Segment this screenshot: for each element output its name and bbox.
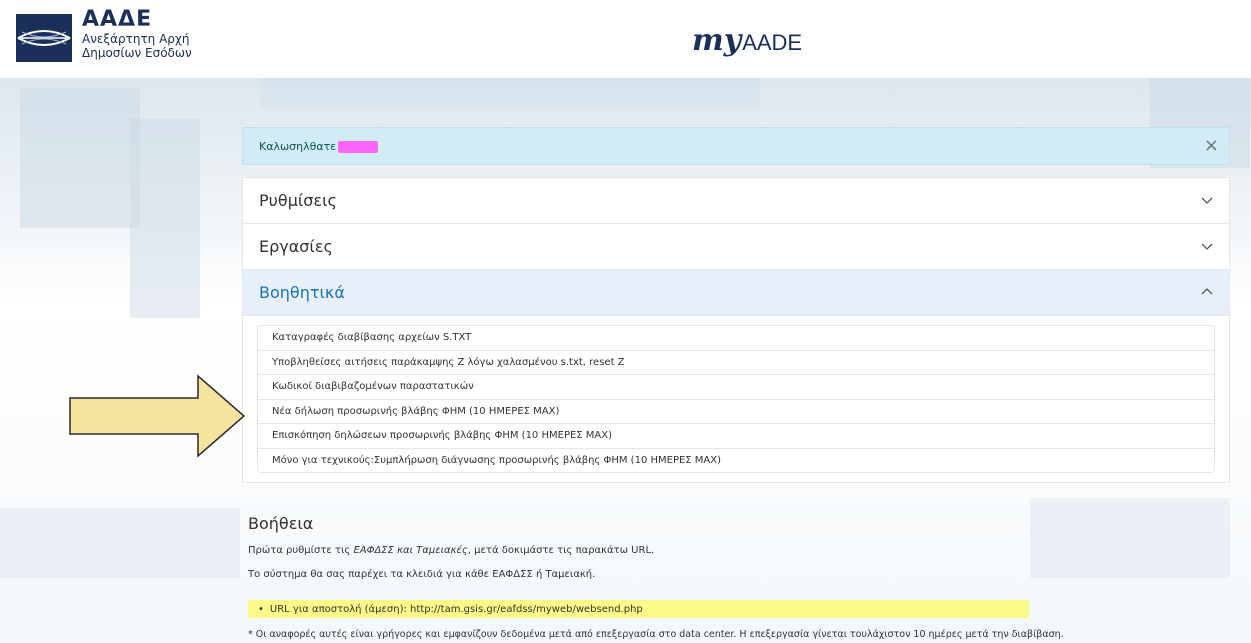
- accordion-body-utilities: Καταγραφές διαβίβασης αρχείων S.TXT Υποβ…: [243, 316, 1229, 482]
- list-item[interactable]: Νέα δήλωση προσωρινής βλάβης ΦΗΜ (10 ΗΜΕ…: [258, 400, 1214, 424]
- list-item[interactable]: Μόνο για τεχνικούς:Συμπλήρωση διάγνωσης …: [258, 449, 1214, 473]
- bullet-icon: •: [258, 603, 264, 615]
- accordion-header-label: Εργασίες: [259, 237, 333, 256]
- welcome-alert: Καλωσηλθατε ×: [242, 127, 1230, 165]
- accordion-header-label: Ρυθμίσεις: [259, 191, 337, 210]
- welcome-text: Καλωσηλθατε: [259, 140, 379, 153]
- close-icon[interactable]: ×: [1204, 136, 1219, 156]
- pointer-arrow-icon: [69, 374, 246, 458]
- list-item[interactable]: Υποβληθείσες αιτήσεις παράκαμψης Ζ λόγω …: [258, 351, 1214, 375]
- logo-subtitle-line1: Ανεξάρτητη Αρχή: [82, 32, 190, 46]
- site-header: ΑΑΔΕ Ανεξάρτητη Αρχή Δημοσίων Εσόδων my …: [0, 0, 1251, 78]
- background-shape: [0, 508, 240, 578]
- footnote: * Οι αναφορές αυτές είναι γρήγορες και ε…: [248, 629, 1064, 640]
- help-title: Βοήθεια: [248, 514, 314, 533]
- help-paragraph-2: Το σύστημα θα σας παρέχει τα κλειδιά για…: [248, 569, 596, 580]
- help-section: Βοήθεια Πρώτα ρυθμίστε τις ΕΑΦΔΣΣ και Τα…: [248, 514, 1248, 582]
- chevron-down-icon: [1201, 197, 1213, 204]
- chevron-down-icon: [1201, 243, 1213, 250]
- accordion-header-tasks[interactable]: Εργασίες: [243, 224, 1229, 270]
- list-item[interactable]: Κωδικοί διαβιβαζομένων παραστατικών: [258, 375, 1214, 400]
- myaade-brand[interactable]: my AADE: [692, 18, 802, 58]
- send-url-highlight: • URL για αποστολή (άμεση): http://tam.g…: [248, 600, 1029, 618]
- menu-accordion: Ρυθμίσεις Εργασίες Βοηθητικά Καταγραφές …: [242, 177, 1230, 483]
- aade-emblem-icon: [16, 14, 72, 62]
- background-shape: [20, 88, 140, 228]
- utilities-link-list: Καταγραφές διαβίβασης αρχείων S.TXT Υποβ…: [257, 325, 1215, 473]
- accordion-header-utilities[interactable]: Βοηθητικά: [243, 270, 1229, 316]
- chevron-up-icon: [1201, 288, 1213, 295]
- brand-my: my: [692, 23, 742, 58]
- logo-abbreviation: ΑΑΔΕ: [82, 7, 153, 32]
- background-shape: [260, 78, 760, 108]
- accordion-header-label: Βοηθητικά: [259, 283, 345, 302]
- send-url-text[interactable]: URL για αποστολή (άμεση): http://tam.gsi…: [270, 604, 643, 615]
- list-item[interactable]: Καταγραφές διαβίβασης αρχείων S.TXT: [258, 326, 1214, 351]
- redacted-username: [338, 140, 379, 153]
- brand-aade: AADE: [742, 30, 803, 55]
- help-paragraph-1: Πρώτα ρυθμίστε τις ΕΑΦΔΣΣ και Ταμειακές,…: [248, 545, 655, 556]
- accordion-header-settings[interactable]: Ρυθμίσεις: [243, 178, 1229, 224]
- background-shape: [130, 118, 200, 318]
- list-item[interactable]: Επισκόπηση δηλώσεων προσωρινής βλάβης ΦΗ…: [258, 424, 1214, 449]
- logo-subtitle-line2: Δημοσίων Εσόδων: [82, 46, 192, 60]
- aade-logo[interactable]: ΑΑΔΕ Ανεξάρτητη Αρχή Δημοσίων Εσόδων: [82, 7, 192, 61]
